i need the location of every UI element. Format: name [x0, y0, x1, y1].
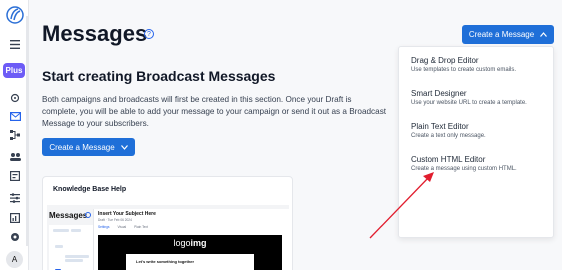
preview-email-canvas: logoimg Let's write something together — [98, 235, 282, 270]
app-logo[interactable] — [6, 6, 24, 24]
section-title: Start creating Broadcast Messages — [42, 68, 276, 84]
menu-item-description: Use templates to create custom emails. — [411, 67, 517, 73]
preview-editor-meta: Draft · Tue Feb 06 2024 — [98, 218, 132, 222]
settings-sliders-icon[interactable] — [9, 192, 21, 204]
menu-item-label: Drag & Drop Editor — [411, 56, 479, 65]
section-description: Both campaigns and broadcasts will first… — [42, 95, 387, 128]
create-message-dropdown-button[interactable]: Create a Message — [462, 25, 554, 44]
preview-help-icon — [85, 212, 91, 218]
menu-item-drag-drop-editor[interactable]: Drag & Drop Editor Use templates to crea… — [411, 56, 516, 73]
subscribers-icon[interactable] — [9, 150, 21, 162]
preview-tab: Settings — [98, 225, 110, 229]
integrations-icon[interactable] — [9, 231, 21, 243]
menu-icon[interactable] — [9, 38, 21, 50]
menu-item-label: Plain Text Editor — [411, 122, 469, 131]
knowledge-base-card: Knowledge Base Help Messages Insert Your… — [42, 176, 293, 270]
annotation-arrow — [369, 172, 434, 239]
menu-item-description: Create a text only message. — [411, 133, 486, 139]
preview-tab: Visual — [117, 225, 127, 229]
messages-icon[interactable] — [9, 110, 21, 122]
menu-item-plain-text-editor[interactable]: Plain Text Editor Create a text only mes… — [411, 122, 486, 139]
preview-page-title: Messages — [49, 211, 88, 220]
page-title: Messages — [42, 21, 148, 46]
preview-editor-tabs: Settings Visual Plain Text — [98, 225, 148, 229]
preview-logo: logoimg — [173, 238, 207, 248]
preview-editor-title: Insert Your Subject Here — [98, 211, 156, 217]
left-rail: Plus A — [0, 0, 29, 270]
collapse-sidebar-icon[interactable]: » — [0, 0, 562, 18]
preview-message-list — [49, 225, 94, 270]
preview-pane-text: Let's write something together — [136, 259, 195, 264]
plus-badge[interactable]: Plus — [3, 63, 25, 78]
menu-item-description: Use your website URL to create a templat… — [411, 100, 527, 106]
user-avatar[interactable]: A — [6, 251, 23, 268]
create-message-button[interactable]: Create a Message — [42, 138, 135, 156]
create-message-label: Create a Message — [49, 142, 115, 152]
forms-icon[interactable] — [9, 170, 21, 182]
rail-scrollbar[interactable] — [26, 16, 29, 246]
menu-item-label: Smart Designer — [411, 89, 467, 98]
chevron-down-icon — [120, 144, 128, 150]
preview-content-pane: Let's write something together — [126, 254, 254, 270]
create-message-label: Create a Message — [468, 30, 535, 39]
automation-icon[interactable] — [9, 92, 21, 104]
menu-item-smart-designer[interactable]: Smart Designer Use your website URL to c… — [411, 89, 527, 106]
reports-icon[interactable] — [9, 212, 21, 224]
knowledge-base-title: Knowledge Base Help — [53, 186, 127, 193]
help-icon[interactable]: ? — [144, 29, 154, 39]
preview-editor: Insert Your Subject Here Draft · Tue Feb… — [93, 209, 289, 270]
preview-tab: Plain Text — [134, 225, 148, 229]
chevron-up-icon — [540, 32, 548, 37]
flow-icon[interactable] — [9, 129, 21, 141]
video-preview[interactable]: Messages Insert Your Subject Here Draft … — [47, 205, 289, 270]
